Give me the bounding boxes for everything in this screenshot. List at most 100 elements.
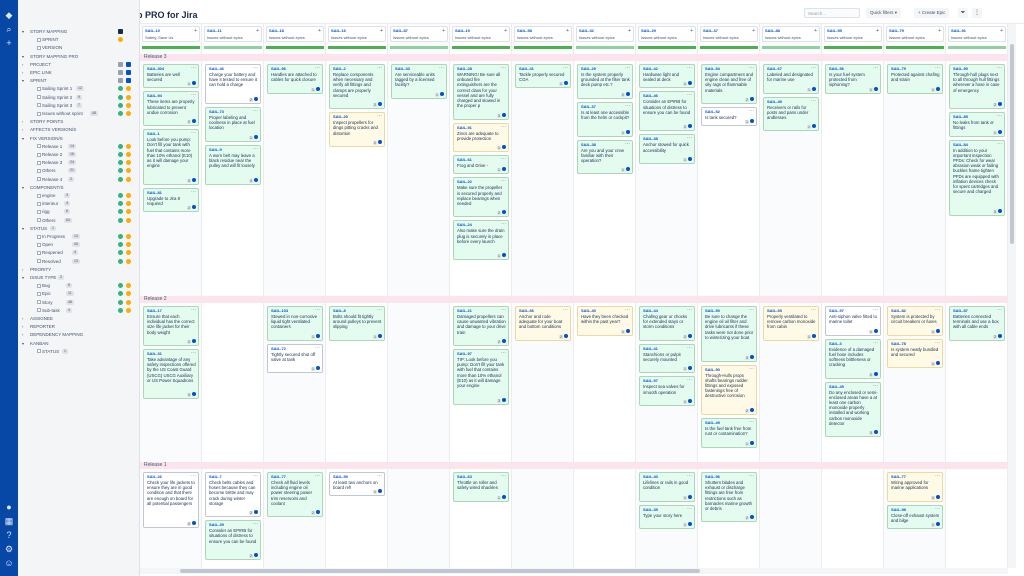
add-story-icon[interactable]: + <box>1000 28 1003 34</box>
checkbox[interactable] <box>37 308 41 313</box>
card-menu-icon[interactable]: ⋯ <box>997 65 1002 71</box>
status-dot-green-icon[interactable] <box>118 102 123 108</box>
issue-key[interactable]: SAIL-35 <box>643 507 658 512</box>
sidebar-item-status-1[interactable]: Open 40 <box>18 241 140 248</box>
card-menu-icon[interactable]: ⋯ <box>501 178 506 184</box>
status-dot-yellow-icon[interactable] <box>126 283 131 289</box>
story-card[interactable]: SAIL-56 ⋯ Is your fuel system protected fr… <box>825 64 881 94</box>
status-dot-yellow-icon[interactable] <box>126 94 131 100</box>
assignee-avatar[interactable] <box>192 520 196 525</box>
assignee-avatar[interactable] <box>502 339 506 343</box>
story-card[interactable]: SAIL-61 ⋯ Frog and Drive -1 <box>453 155 509 175</box>
assignee-avatar[interactable] <box>254 510 258 515</box>
card-menu-icon[interactable]: ⋯ <box>749 65 754 71</box>
status-dot-gray-icon[interactable] <box>118 70 123 75</box>
issue-key[interactable]: SAIL-29 <box>581 66 596 71</box>
issue-key[interactable]: SAIL-2 <box>333 66 346 71</box>
story-card[interactable]: SAIL-46 ⋯ Consider an EPIRB for situations… <box>639 91 695 132</box>
story-card[interactable]: SAIL-54 ⋯ Engine compartment and engine cl… <box>701 64 757 104</box>
card-menu-icon[interactable]: ⋯ <box>377 307 382 313</box>
sidebar-issue-type[interactable]: ▾ ISSUE TYPE 2 <box>18 274 140 281</box>
assignee-avatar[interactable] <box>750 97 754 101</box>
sidebar-item-component-3[interactable]: Others 64 <box>18 217 140 224</box>
story-card[interactable]: SAIL-72 ⋯ Tightly secured shut off valve a… <box>267 343 323 374</box>
sidebar-priority[interactable]: › PRIORITY <box>18 266 140 273</box>
status-dot-green-icon[interactable] <box>118 143 123 149</box>
epic-card[interactable]: SAIL-18 Issues without epics + <box>266 26 324 42</box>
story-card[interactable]: SAIL-49 ⋯ Is the fuel tank free from rust … <box>701 418 757 448</box>
card-menu-icon[interactable]: ⋯ <box>749 307 754 313</box>
issue-key[interactable]: SAIL-49 <box>767 99 782 104</box>
story-card[interactable]: SAIL-77 ⋯ Check all fluid levels including… <box>267 472 323 518</box>
issue-key[interactable]: SAIL-8 <box>333 308 346 313</box>
assignee-avatar[interactable] <box>502 112 506 117</box>
add-story-icon[interactable]: + <box>442 28 445 34</box>
help-icon[interactable]: ? <box>0 528 18 542</box>
epic-key[interactable]: SAIL-11 <box>207 28 222 33</box>
card-menu-icon[interactable]: ⋯ <box>501 307 506 313</box>
checkbox[interactable] <box>37 209 41 214</box>
story-card[interactable]: SAIL-304 ⋯ Batteries are well secured 1 <box>143 64 199 89</box>
chevron-right-icon[interactable]: › <box>22 126 23 133</box>
story-card[interactable]: SAIL-103 ⋯ Stowed in non-corrosive liquid … <box>267 306 323 341</box>
status-dot-yellow-icon[interactable] <box>126 250 131 256</box>
assignee-avatar[interactable] <box>936 494 940 499</box>
issue-key[interactable]: SAIL-41 <box>643 346 658 351</box>
epic-card[interactable]: SAIL-58 Issues without epics + <box>514 26 572 42</box>
story-card[interactable]: SAIL-84 ⋯ In addition to your important in… <box>949 139 1005 216</box>
card-menu-icon[interactable]: ⋯ <box>253 146 258 152</box>
issue-key[interactable]: SAIL-26 <box>147 474 162 479</box>
assignee-avatar[interactable] <box>812 124 816 129</box>
story-card[interactable]: SAIL-97 ⋯ TIP: Look before you pump: Don't… <box>453 349 509 405</box>
assignee-avatar[interactable] <box>874 430 878 435</box>
issue-key[interactable]: SAIL-90 <box>953 66 968 71</box>
assignee-avatar[interactable] <box>688 124 692 129</box>
epic-key[interactable]: SAIL-16 <box>331 28 346 33</box>
card-menu-icon[interactable]: ⋯ <box>997 141 1002 147</box>
chevron-right-icon[interactable]: › <box>22 266 23 273</box>
card-menu-icon[interactable]: ⋯ <box>625 103 630 109</box>
epic-card[interactable]: SAIL-32 Issues without epics + <box>576 26 634 42</box>
issue-key[interactable]: SAIL-52 <box>705 109 720 114</box>
issue-key[interactable]: SAIL-79 <box>891 66 906 71</box>
epic-key[interactable]: SAIL-58 <box>517 28 532 33</box>
assignee-avatar[interactable] <box>688 81 692 86</box>
card-menu-icon[interactable]: ⋯ <box>315 345 320 351</box>
story-card[interactable]: SAIL-37 ⋯ Is at least one accessible from … <box>577 101 633 137</box>
issue-key[interactable]: SAIL-61 <box>457 157 472 162</box>
issue-key[interactable]: SAIL-85 <box>953 114 968 119</box>
chevron-right-icon[interactable]: › <box>22 61 23 68</box>
checkbox[interactable] <box>37 259 41 264</box>
card-menu-icon[interactable]: ⋯ <box>687 506 692 512</box>
assignee-avatar[interactable] <box>254 97 258 101</box>
issue-key[interactable]: SAIL-97 <box>643 378 658 383</box>
card-menu-icon[interactable]: ⋯ <box>191 473 196 479</box>
issue-key[interactable]: SAIL-98 <box>891 507 906 512</box>
chevron-down-icon[interactable]: ▾ <box>22 77 24 84</box>
card-menu-icon[interactable]: ⋯ <box>873 383 878 389</box>
issue-key[interactable]: SAIL-20 <box>333 114 348 119</box>
card-menu-icon[interactable]: ⋯ <box>191 130 196 136</box>
assignee-avatar[interactable] <box>998 102 1002 107</box>
add-story-icon[interactable]: + <box>566 28 569 34</box>
search-input[interactable]: Search... <box>804 8 860 18</box>
story-card[interactable]: SAIL-96 ⋯ Handles are attached to cables f… <box>267 64 323 94</box>
add-story-icon[interactable]: + <box>628 28 631 34</box>
assignee-avatar[interactable] <box>936 86 940 91</box>
chevron-down-icon[interactable]: ▾ <box>22 28 24 35</box>
status-dot-green-icon[interactable] <box>118 152 123 157</box>
status-dot-green-icon[interactable] <box>118 283 123 289</box>
assignee-avatar[interactable] <box>440 91 444 96</box>
card-menu-icon[interactable]: ⋯ <box>625 65 630 71</box>
sidebar-item-version-1[interactable]: Release 2 16 <box>18 151 140 158</box>
assignee-avatar[interactable] <box>998 208 1002 213</box>
story-card[interactable]: SAIL-42 ⋯ Hardware light and sealed at dec… <box>639 64 695 89</box>
card-menu-icon[interactable]: ⋯ <box>935 65 940 71</box>
card-menu-icon[interactable]: ⋯ <box>873 307 878 313</box>
card-menu-icon[interactable]: ⋯ <box>997 307 1002 313</box>
assignee-avatar[interactable] <box>750 407 754 412</box>
issue-key[interactable]: SAIL-65 <box>767 308 782 313</box>
sidebar-epic-link[interactable]: › EPIC LINK <box>18 69 140 76</box>
story-card[interactable]: SAIL-65 ⋯ Properly ventilated to remove ca… <box>763 306 819 341</box>
status-dot-green-icon[interactable] <box>118 201 123 207</box>
